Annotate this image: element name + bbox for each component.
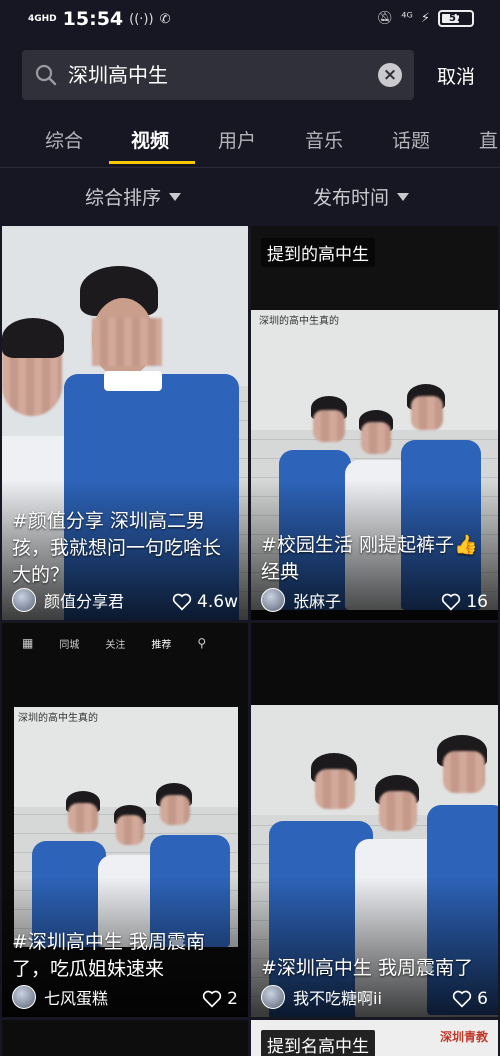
inner-tab: 推荐 [151, 639, 172, 651]
search-query: 深圳高中生 [68, 63, 168, 87]
avatar[interactable] [261, 985, 285, 1009]
video-card[interactable]: #颜值分享 深圳高二男孩，我就想问一句吃啥长大的？ 颜值分享君 4.6w [2, 226, 248, 620]
tab-video[interactable]: 视频 [131, 126, 169, 153]
inner-app-header: ▦ 同城 关注 推荐 ⚲ [22, 633, 232, 653]
video-card[interactable]: ▦ 同城 关注 推荐 ⚲ 深圳的高中生真的 #深圳高中生 我周震南了，吃瓜姐妹速… [2, 623, 248, 1017]
grid-icon: ▦ [22, 636, 34, 650]
like-count-value: 4.6w [197, 592, 238, 612]
nfc-icon: ((·)) [129, 11, 154, 27]
status-time: 15:54 [62, 8, 124, 30]
network-indicator: 4GHD [28, 13, 57, 24]
divider [0, 167, 500, 168]
mention-chip: 提到的高中生 [261, 238, 375, 267]
video-caption: #深圳高中生 我周震南了，吃瓜姐妹速来 [12, 931, 205, 980]
time-dropdown[interactable]: 发布时间 [313, 183, 410, 210]
video-card[interactable]: #深圳高中生 我周震南了 我不吃糖啊ii 6 [251, 623, 498, 1017]
avatar[interactable] [261, 588, 285, 612]
heart-icon [442, 593, 461, 611]
search-tabs: 综合 视频 用户 音乐 话题 直 [0, 120, 500, 166]
cancel-button[interactable]: 取消 [437, 62, 475, 89]
heart-icon [203, 990, 222, 1008]
search-icon: ⚲ [197, 636, 207, 650]
video-caption: #校园生活 刚提起裤子👍 经典 [261, 534, 478, 583]
tab-users[interactable]: 用户 [218, 126, 256, 153]
like-count-value: 6 [477, 989, 488, 1009]
video-author[interactable]: 我不吃糖啊ii [261, 985, 382, 1009]
inner-label: 深圳的高中生真的 [18, 713, 98, 724]
tab-live[interactable]: 直 [479, 126, 498, 153]
battery-level: 57 [449, 13, 463, 24]
like-count[interactable]: 4.6w [172, 592, 238, 612]
like-count[interactable]: 2 [202, 989, 238, 1009]
like-count[interactable]: 16 [441, 592, 488, 612]
video-author[interactable]: 张麻子 [261, 588, 341, 612]
inner-tab: 同城 [59, 639, 80, 651]
battery-icon: 57 [438, 10, 474, 27]
clear-icon[interactable]: × [378, 63, 402, 87]
author-name: 颜值分享君 [44, 592, 125, 611]
sort-label: 综合排序 [85, 187, 162, 209]
search-input[interactable]: 深圳高中生 × [22, 50, 414, 100]
mute-icon: 🔕︎ [376, 11, 394, 26]
avatar[interactable] [12, 588, 36, 612]
tab-music[interactable]: 音乐 [305, 126, 343, 153]
video-card[interactable]: 提到的高中生 深圳的高中生真的 #校园生活 刚提起裤子👍 经典 张麻子 16 [251, 226, 498, 620]
author-name: 我不吃糖啊ii [293, 989, 382, 1008]
like-count-value: 2 [227, 989, 238, 1009]
video-author[interactable]: 颜值分享君 [12, 588, 124, 612]
heart-icon [453, 990, 472, 1008]
like-count[interactable]: 6 [452, 989, 488, 1009]
caret-down-icon [169, 192, 182, 201]
author-name: 七风蛋糕 [44, 989, 109, 1008]
video-caption: #颜值分享 深圳高二男孩，我就想问一句吃啥长大的？ [12, 510, 222, 586]
video-card[interactable]: 提到名高中生 深圳青教 [251, 1020, 498, 1056]
search-icon [35, 64, 57, 86]
avatar[interactable] [12, 985, 36, 1009]
tab-comprehensive[interactable]: 综合 [45, 126, 83, 153]
video-caption: #深圳高中生 我周震南了 [261, 957, 473, 979]
video-author[interactable]: 七风蛋糕 [12, 985, 108, 1009]
heart-icon [172, 593, 192, 611]
tab-topics[interactable]: 话题 [392, 126, 430, 153]
time-label: 发布时间 [313, 187, 390, 209]
signal-icon: ⁴ᴳ [401, 11, 413, 26]
status-bar: 4GHD 15:54 ((·)) ✆ 🔕︎ ⁴ᴳ ⚡︎ 57 [0, 0, 500, 40]
wechat-icon: ✆ [159, 11, 171, 27]
watermark: 深圳青教 [439, 1030, 488, 1044]
inner-tab: 关注 [105, 639, 126, 651]
sort-dropdown[interactable]: 综合排序 [85, 183, 182, 210]
mention-chip: 提到名高中生 [261, 1030, 375, 1056]
video-card[interactable] [2, 1020, 248, 1056]
active-tab-indicator [109, 161, 195, 164]
inner-label: 深圳的高中生真的 [259, 316, 339, 327]
like-count-value: 16 [466, 592, 488, 612]
author-name: 张麻子 [293, 592, 342, 611]
charging-icon: ⚡︎ [420, 11, 430, 26]
caret-down-icon [397, 192, 410, 201]
